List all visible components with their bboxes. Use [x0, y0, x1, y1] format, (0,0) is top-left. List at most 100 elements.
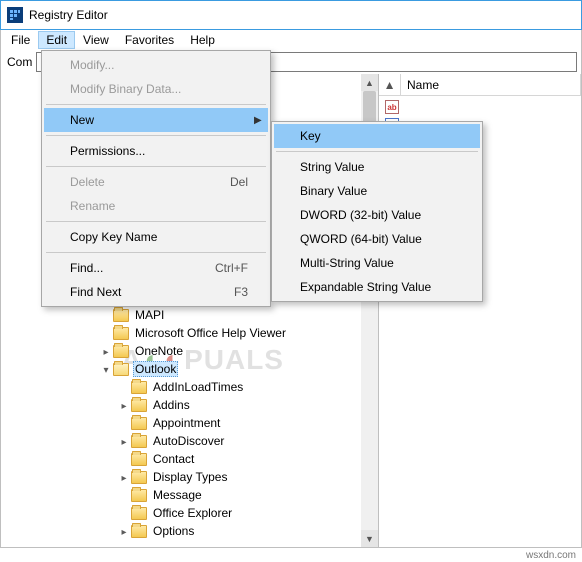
menu-item-find[interactable]: Find...Ctrl+F [44, 256, 268, 280]
menu-item-find-next[interactable]: Find NextF3 [44, 280, 268, 304]
folder-icon [113, 327, 129, 340]
menu-item-copy-key-name[interactable]: Copy Key Name [44, 225, 268, 249]
menu-item-label: Delete [70, 175, 206, 189]
expand-icon[interactable] [117, 398, 131, 412]
menu-item-expandable-string-value[interactable]: Expandable String Value [274, 275, 480, 299]
menu-item-label: Rename [70, 199, 206, 213]
tree-label: Outlook [133, 361, 178, 377]
tree-node[interactable]: Display Types [5, 468, 378, 486]
menu-file[interactable]: File [3, 31, 38, 49]
menu-item-label: Expandable String Value [300, 280, 480, 294]
menu-item-label: Find... [70, 261, 206, 275]
edit-menu: Modify... Modify Binary Data... New ▶ Permis… [41, 50, 271, 307]
menu-item-shortcut: Del [206, 175, 254, 189]
tree-node[interactable]: Office Explorer [5, 504, 378, 522]
menu-help[interactable]: Help [182, 31, 223, 49]
menu-item-permissions[interactable]: Permissions... [44, 139, 268, 163]
tree-label: OneNote [133, 344, 185, 358]
menu-item-label: Binary Value [300, 184, 480, 198]
scroll-up-button[interactable]: ▲ [361, 74, 378, 91]
tree-label: MAPI [133, 308, 166, 322]
menu-item-label: QWORD (64-bit) Value [300, 232, 480, 246]
tree-node[interactable]: Microsoft Office Help Viewer [5, 324, 378, 342]
menu-view[interactable]: View [75, 31, 117, 49]
menu-item-shortcut: F3 [206, 285, 254, 299]
folder-icon [131, 417, 147, 430]
tree-label: Display Types [151, 470, 229, 484]
menu-item-label: DWORD (32-bit) Value [300, 208, 480, 222]
folder-icon [131, 381, 147, 394]
folder-icon [131, 453, 147, 466]
tree-label: AutoDiscover [151, 434, 226, 448]
menu-item-rename: Rename [44, 194, 268, 218]
tree-node[interactable]: MAPI [5, 306, 378, 324]
expand-icon[interactable] [99, 344, 113, 358]
address-label: Com [5, 55, 32, 69]
folder-icon [131, 507, 147, 520]
tree-label: Addins [151, 398, 192, 412]
menu-item-key[interactable]: Key [274, 124, 480, 148]
menu-item-label: String Value [300, 160, 480, 174]
expand-icon[interactable] [117, 434, 131, 448]
new-submenu: Key String Value Binary Value DWORD (32-bit… [271, 121, 483, 302]
tree-node[interactable]: OneNote [5, 342, 378, 360]
folder-icon [113, 345, 129, 358]
tree-node[interactable]: AutoDiscover [5, 432, 378, 450]
menu-item-modify: Modify... [44, 53, 268, 77]
menu-item-qword-64-bit-value[interactable]: QWORD (64-bit) Value [274, 227, 480, 251]
tree-node[interactable]: Message [5, 486, 378, 504]
submenu-arrow-icon: ▶ [254, 115, 268, 126]
tree-label: Contact [151, 452, 196, 466]
menu-item-dword-32-bit-value[interactable]: DWORD (32-bit) Value [274, 203, 480, 227]
menu-item-multi-string-value[interactable]: Multi-String Value [274, 251, 480, 275]
app-icon [7, 7, 23, 23]
tree-node[interactable]: Appointment [5, 414, 378, 432]
folder-icon [131, 399, 147, 412]
folder-icon [131, 489, 147, 502]
tree-label: Microsoft Office Help Viewer [133, 326, 288, 340]
tree: LyncMAPIMicrosoft Office Help ViewerOneN… [1, 288, 378, 540]
tree-node[interactable]: Addins [5, 396, 378, 414]
menu-bar: File Edit View Favorites Help [0, 30, 582, 50]
menu-item-label: Find Next [70, 285, 206, 299]
tree-node[interactable]: Outlook [5, 360, 378, 378]
string-value-icon: ab [385, 100, 399, 114]
tree-label: Office Explorer [151, 506, 234, 520]
window-title: Registry Editor [29, 8, 108, 22]
tree-node[interactable]: AddInLoadTimes [5, 378, 378, 396]
column-name[interactable]: Name [401, 74, 581, 95]
tree-label: Options [151, 524, 196, 538]
menu-favorites[interactable]: Favorites [117, 31, 182, 49]
scroll-down-button[interactable]: ▼ [361, 530, 378, 547]
tree-node[interactable]: Contact [5, 450, 378, 468]
expand-icon[interactable] [117, 524, 131, 538]
folder-icon [113, 309, 129, 322]
folder-icon [113, 363, 129, 376]
value-row[interactable]: ab [379, 98, 581, 116]
menu-item-label: Modify... [70, 58, 206, 72]
collapse-icon[interactable] [99, 362, 113, 376]
menu-item-binary-value[interactable]: Binary Value [274, 179, 480, 203]
folder-icon [131, 471, 147, 484]
sort-indicator-icon[interactable]: ▲ [379, 74, 401, 95]
tree-label: AddInLoadTimes [151, 380, 245, 394]
expand-icon[interactable] [117, 470, 131, 484]
tree-node[interactable]: Options [5, 522, 378, 540]
menu-item-shortcut: Ctrl+F [206, 261, 254, 275]
menu-item-label: Modify Binary Data... [70, 82, 206, 96]
menu-item-label: New [70, 113, 206, 127]
menu-item-label: Copy Key Name [70, 230, 206, 244]
menu-item-label: Permissions... [70, 144, 206, 158]
menu-item-modify-binary-data: Modify Binary Data... [44, 77, 268, 101]
footer-credit: wsxdn.com [526, 550, 576, 561]
tree-label: Appointment [151, 416, 222, 430]
menu-item-string-value[interactable]: String Value [274, 155, 480, 179]
folder-icon [131, 435, 147, 448]
column-header: ▲ Name [379, 74, 581, 96]
tree-label: Message [151, 488, 204, 502]
menu-item-label: Multi-String Value [300, 256, 480, 270]
folder-icon [131, 525, 147, 538]
menu-edit[interactable]: Edit [38, 31, 75, 49]
menu-item-new[interactable]: New ▶ [44, 108, 268, 132]
menu-item-delete: DeleteDel [44, 170, 268, 194]
